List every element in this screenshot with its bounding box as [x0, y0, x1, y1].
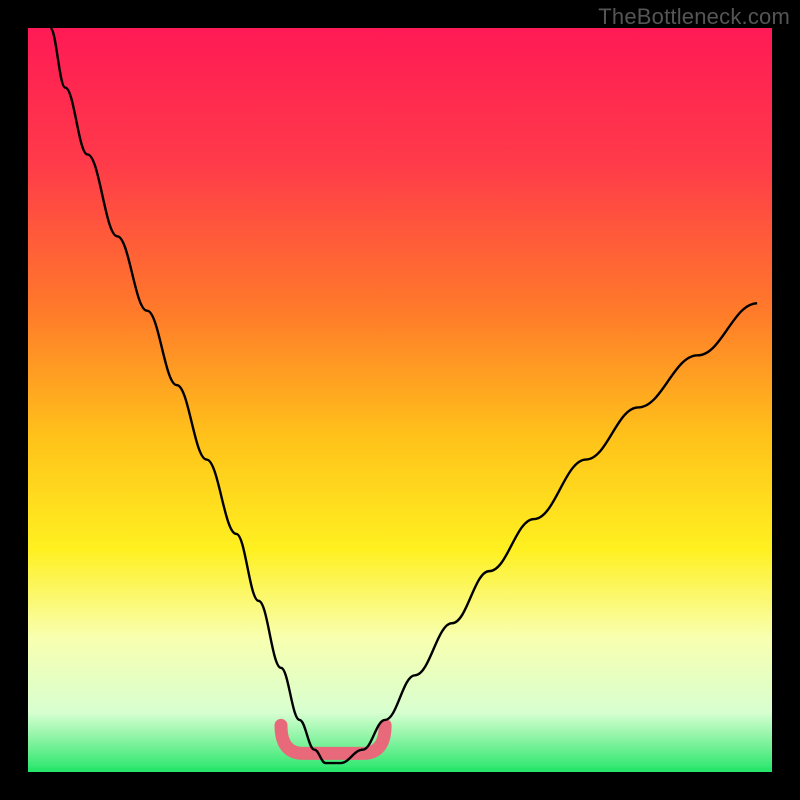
watermark-text: TheBottleneck.com [598, 4, 790, 30]
green-bottom-strip [28, 768, 772, 772]
chart-svg [28, 28, 772, 772]
outer-black-frame: TheBottleneck.com [0, 0, 800, 800]
plot-area [28, 28, 772, 772]
gradient-background [28, 28, 772, 772]
